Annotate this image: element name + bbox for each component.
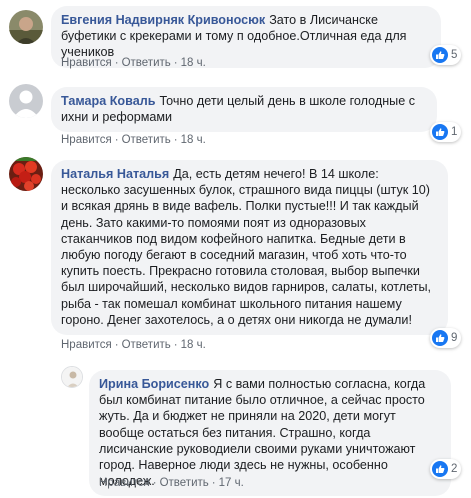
reaction-count-badge[interactable]: 9 <box>430 328 462 348</box>
comment-author[interactable]: Евгения Надвирняк Кривоносюк <box>61 13 265 27</box>
thumbs-up-icon <box>432 47 448 63</box>
timestamp[interactable]: 17 ч. <box>219 477 244 489</box>
separator-dot: · <box>114 57 119 69</box>
reply-link[interactable]: Ответить <box>122 134 171 146</box>
comment-actions: Нравится · Ответить · 18 ч. <box>61 339 206 351</box>
avatar[interactable] <box>61 366 83 388</box>
comment-bubble: Наталья Наталья Да, есть детям нечего! В … <box>51 160 448 336</box>
comment-text: Да, есть детям нечего! В 14 школе: неско… <box>61 167 432 327</box>
comment-author[interactable]: Наталья Наталья <box>61 167 169 181</box>
reply-link[interactable]: Ответить <box>122 339 171 351</box>
reaction-count-badge[interactable]: 1 <box>430 122 462 142</box>
comment-actions: Нравится · Ответить · 17 ч. <box>99 477 244 489</box>
like-link[interactable]: Нравится <box>61 134 112 146</box>
comment-bubble: Тамара Коваль Точно дети целый день в шко… <box>51 87 437 133</box>
like-link[interactable]: Нравится <box>61 339 112 351</box>
timestamp[interactable]: 18 ч. <box>181 134 206 146</box>
comment-text: Я с вами полностью согласна, когда был к… <box>99 377 426 489</box>
comment-author[interactable]: Тамара Коваль <box>61 94 155 108</box>
comment-actions: Нравится · Ответить · 18 ч. <box>61 57 206 69</box>
comment-actions: Нравится · Ответить · 18 ч. <box>61 134 206 146</box>
separator-dot: · <box>173 57 178 69</box>
thumbs-up-icon <box>432 124 448 140</box>
comment-author[interactable]: Ирина Борисенко <box>99 377 209 391</box>
timestamp[interactable]: 18 ч. <box>181 339 206 351</box>
avatar[interactable] <box>9 157 43 191</box>
reply-link[interactable]: Ответить <box>122 57 171 69</box>
reaction-count: 5 <box>451 49 458 61</box>
separator-dot: · <box>173 134 178 146</box>
reaction-count-badge[interactable]: 2 <box>430 459 462 479</box>
avatar[interactable] <box>9 84 43 118</box>
separator-dot: · <box>211 477 216 489</box>
like-link[interactable]: Нравится <box>99 477 150 489</box>
separator-dot: · <box>114 339 119 351</box>
timestamp[interactable]: 18 ч. <box>181 57 206 69</box>
separator-dot: · <box>152 477 157 489</box>
like-link[interactable]: Нравится <box>61 57 112 69</box>
reaction-count-badge[interactable]: 5 <box>430 45 462 65</box>
separator-dot: · <box>173 339 178 351</box>
reaction-count: 1 <box>451 126 458 138</box>
reply-link[interactable]: Ответить <box>160 477 209 489</box>
separator-dot: · <box>114 134 119 146</box>
reaction-count: 9 <box>451 332 458 344</box>
avatar[interactable] <box>9 10 43 44</box>
thumbs-up-icon <box>432 461 448 477</box>
thumbs-up-icon <box>432 330 448 346</box>
reaction-count: 2 <box>451 463 458 475</box>
